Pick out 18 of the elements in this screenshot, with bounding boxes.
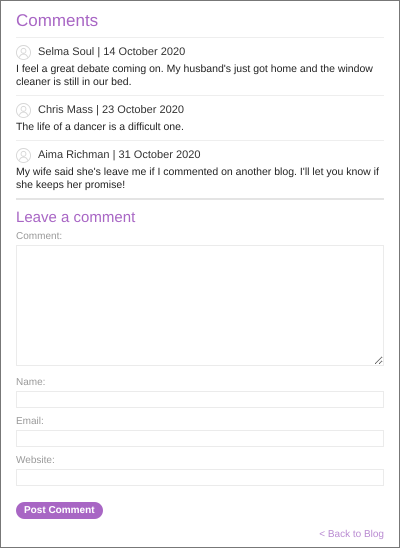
comment-text: The life of a dancer is a difficult one. [16,121,185,134]
field-label: Email: [16,416,45,428]
avatar-icon [16,102,31,118]
comment-author-date: Chris Mass | 23 October 2020 [38,102,184,118]
field-label: Comment: [16,231,64,243]
field-label: Website: [16,455,56,467]
comment-text: My wife said she's leave me if I commented on another blog. I'll let you know if she keeps her promise! [16,166,380,192]
comments-heading: Comments [16,10,100,32]
avatar-icon [16,148,31,162]
comment-text: I feel a great debate coming on. My husband's just got home and the window cleaner is still in our bed. [16,63,374,89]
comment-author-date: Selma Soul | 14 October 2020 [38,44,186,60]
form-heading: Leave a comment [16,208,136,228]
comment-author-date: Aima Richman | 31 October 2020 [38,148,200,163]
comment-field[interactable] [16,245,384,366]
post-comment-button[interactable]: Post Comment [16,502,103,519]
avatar-icon [16,44,31,60]
field-label: Name: [16,377,46,389]
back-to-blog-link[interactable]: < Back to Blog [319,527,384,542]
